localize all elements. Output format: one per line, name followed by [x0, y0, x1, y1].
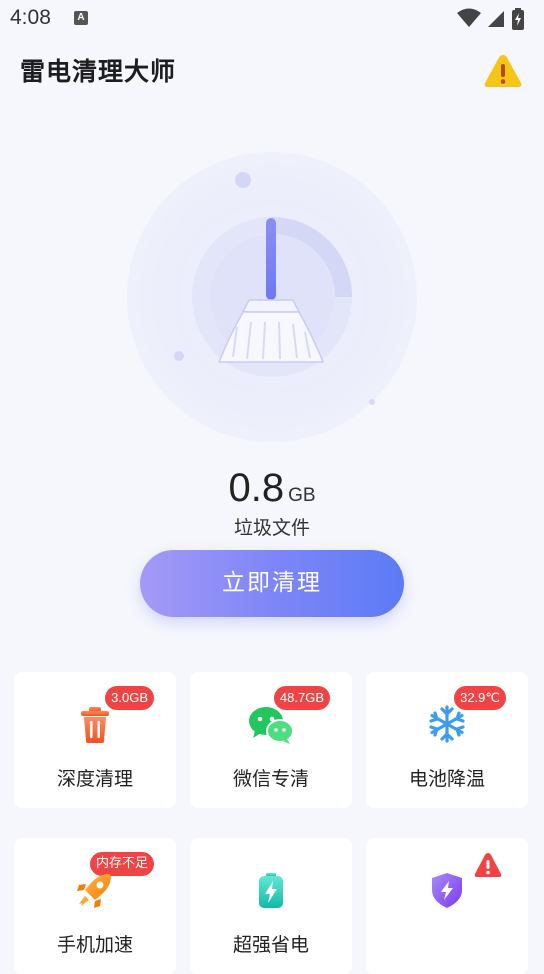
junk-size: 0.8 GB — [0, 466, 544, 511]
signal-icon — [488, 11, 504, 27]
warning-button[interactable] — [482, 52, 524, 90]
phone-boost-label: 手机加速 — [56, 934, 133, 956]
junk-value: 0.8 — [228, 466, 285, 510]
warning-icon — [484, 55, 522, 87]
wechat-icon — [249, 707, 294, 744]
feature-card-phone-boost[interactable]: 内存不足 手机加速 — [14, 838, 176, 974]
deep-clean-label: 深度清理 — [56, 768, 133, 790]
alert-triangle-icon — [474, 853, 502, 877]
status-icons — [456, 8, 536, 30]
clean-now-button[interactable]: 立即清理 — [140, 550, 404, 617]
app-title: 雷电清理大师 — [20, 57, 177, 86]
scan-graphic — [127, 152, 417, 442]
junk-label: 垃圾文件 — [233, 517, 310, 539]
feature-card-wechat-clean[interactable]: 48.7GB 微信专清 — [190, 672, 352, 808]
feature-card-security[interactable] — [366, 838, 528, 974]
trash-icon — [81, 707, 109, 743]
wifi-icon — [457, 8, 481, 27]
battery-icon — [259, 873, 283, 908]
feature-card-power-save[interactable]: 超强省电 — [190, 838, 352, 974]
shield-icon — [432, 873, 462, 908]
notification-a-icon: A — [74, 11, 88, 25]
battery-status-icon — [512, 8, 524, 30]
battery-cool-label: 电池降温 — [408, 768, 485, 790]
power-save-label: 超强省电 — [232, 934, 309, 956]
wechat-clean-label: 微信专清 — [232, 768, 309, 790]
status-time: 4:08 — [10, 6, 51, 29]
snowflake-icon — [429, 705, 465, 743]
feature-card-battery-cool[interactable]: 32.9℃ 电池降温 — [366, 672, 528, 808]
junk-unit: GB — [288, 485, 316, 506]
status-bar: 4:08 A — [0, 0, 544, 36]
feature-card-deep-clean[interactable]: 3.0GB 深度清理 — [14, 672, 176, 808]
rocket-icon — [77, 874, 111, 908]
